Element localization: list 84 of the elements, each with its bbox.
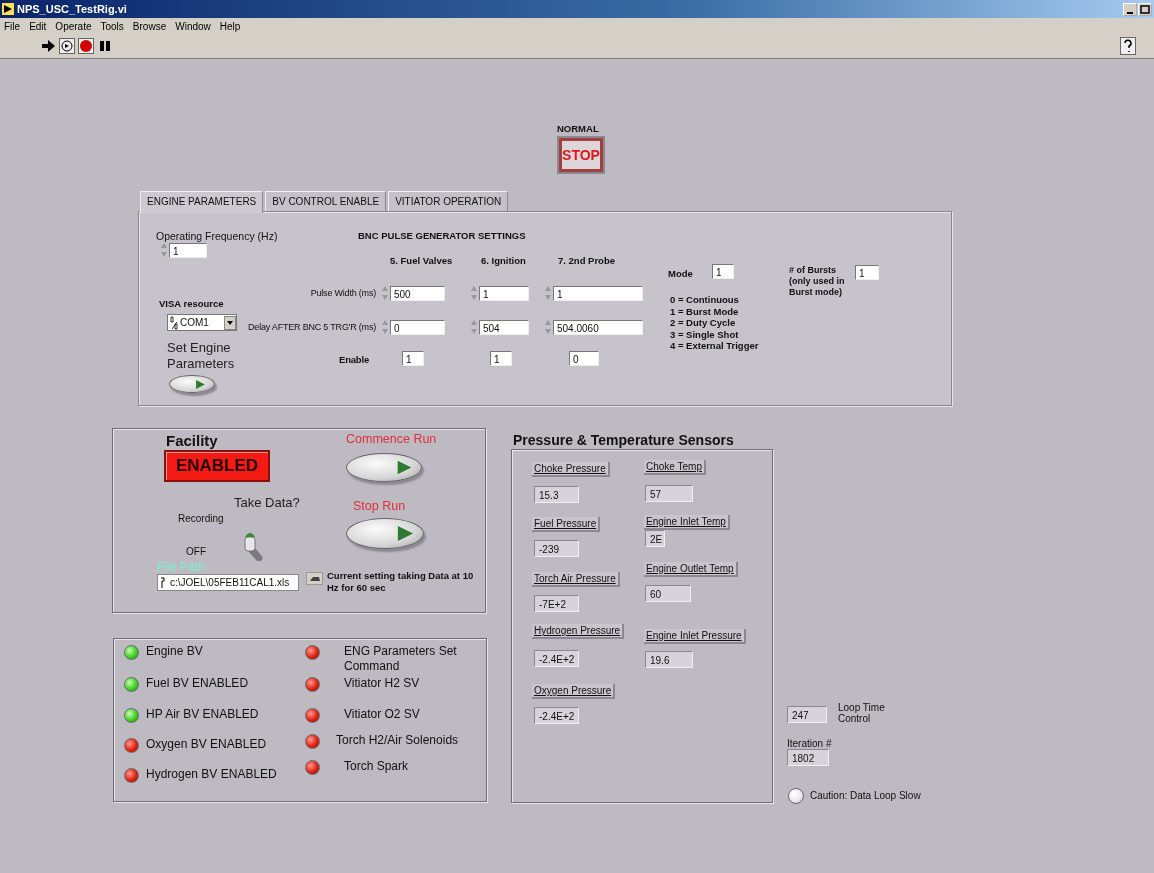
row-label: Enable (338, 354, 369, 365)
toggle-off-label: OFF (186, 546, 206, 557)
menu-item[interactable]: Operate (55, 20, 92, 32)
numeric-indicator: 57 (645, 485, 693, 502)
numeric-indicator: -2.4E+2 (534, 707, 579, 724)
legend-text: 4 = External Trigger (670, 340, 759, 351)
indicator-label: Torch Air Pressure (532, 572, 620, 587)
button-label: Set Engine Parameters (167, 340, 236, 372)
indicator-label: Engine Inlet Temp (644, 515, 730, 530)
led-label: Hydrogen BV ENABLED (146, 767, 277, 781)
numeric-indicator: 247 (787, 706, 827, 723)
button-label: Stop Run (353, 499, 406, 513)
legend-text: 1 = Burst Mode (670, 305, 739, 317)
column-heading: 6. Ignition (481, 255, 526, 266)
numeric-indicator: -2.4E+2 (534, 650, 579, 667)
indicator-label: Choke Pressure (532, 462, 610, 477)
indicator-label: Fuel Pressure (532, 517, 601, 532)
numeric-field[interactable]: 0 (390, 319, 445, 335)
menu-item[interactable]: Browse (132, 20, 167, 32)
led-label: Torch Spark (344, 759, 410, 774)
legend-text: 2 = Duty Cycle (670, 317, 736, 328)
numeric-field[interactable]: 1 (855, 265, 879, 280)
numeric-field[interactable]: 1 (402, 351, 424, 366)
numeric-indicator: -239 (534, 540, 579, 557)
indicator-label: Hydrogen Pressure (532, 624, 625, 639)
button-label: Commence Run (346, 432, 437, 446)
row-label: Pulse Width (ms) (309, 288, 376, 298)
led-label: Oxygen BV ENABLED (146, 737, 267, 751)
indicator-label: Choke Temp (644, 460, 706, 475)
numeric-indicator: 19.6 (645, 651, 693, 668)
led-label: Engine BV (146, 644, 203, 658)
field-label: Operating Frequency (Hz) (156, 230, 278, 242)
menu-item[interactable]: Tools (100, 20, 124, 32)
numeric-indicator: 60 (645, 585, 691, 602)
indicator-label: Loop Time Control (838, 702, 886, 724)
tab[interactable]: ENGINE PARAMETERS (140, 191, 264, 213)
field-label: VISA resource (159, 298, 224, 309)
column-heading: 5. Fuel Valves (390, 255, 453, 266)
numeric-field[interactable]: 1 (169, 242, 207, 258)
led-label: Vitiator O2 SV (344, 707, 421, 722)
file-path-field[interactable]: c:\JOEL\05FEB11CAL1.xls (157, 574, 299, 591)
row-label: Delay AFTER BNC 5 TRG'R (ms) (247, 322, 376, 332)
indicator-label: Engine Inlet Pressure (644, 629, 746, 644)
numeric-field[interactable]: 1 (479, 285, 529, 301)
legend-text: 0 = Continuous (670, 294, 739, 305)
led-label: Caution: Data Loop Slow (810, 790, 921, 801)
indicator-label: Engine Outlet Temp (644, 562, 738, 577)
led-label: Fuel BV ENABLED (146, 676, 249, 690)
numeric-indicator: 1802 (787, 749, 829, 766)
window-title: NPS_USC_TestRig.vi (17, 3, 128, 15)
led-label: Vitiator H2 SV (344, 676, 421, 691)
indicator-label: Iteration # (787, 738, 832, 749)
field-label: # of Bursts (only used in Burst mode) (789, 265, 846, 298)
facility-label: Facility (166, 432, 218, 449)
legend-text: 3 = Single Shot (670, 328, 739, 340)
indicator-label: Oxygen Pressure (532, 684, 616, 699)
field-label: Mode (668, 268, 693, 279)
numeric-indicator: -7E+2 (534, 595, 579, 612)
numeric-field[interactable]: 0 (569, 351, 599, 366)
menu-item[interactable]: File (4, 20, 21, 32)
numeric-field[interactable]: 500 (390, 285, 445, 301)
numeric-field[interactable]: 504 (479, 319, 529, 335)
section-title: Pressure & Temperature Sensors (513, 432, 734, 448)
stop-mode-label: NORMAL (557, 123, 599, 134)
led-label: ENG Parameters Set Command (344, 644, 458, 674)
status-indicator: ENABLED (164, 450, 270, 482)
numeric-field[interactable]: 1 (553, 285, 643, 301)
menu-item[interactable]: Edit (29, 20, 47, 32)
numeric-field[interactable]: 1 (490, 351, 512, 366)
visa-resource-dropdown[interactable]: COM1 (167, 314, 237, 331)
field-label: File Path (157, 560, 205, 574)
menu-item[interactable]: Window (175, 20, 211, 32)
toggle-on-label: Recording (178, 513, 224, 524)
numeric-field[interactable]: 1 (712, 264, 734, 279)
led-label: Torch H2/Air Solenoids (336, 733, 460, 748)
status-note: Current setting taking Data at 10 Hz for 60 sec (327, 570, 475, 594)
column-heading: 7. 2nd Probe (558, 255, 615, 266)
numeric-indicator: 15.3 (534, 486, 579, 503)
toggle-label: Take Data? (234, 495, 300, 510)
numeric-field[interactable]: 504.0060 (553, 319, 643, 335)
menu-item[interactable]: Help (219, 20, 241, 32)
led-label: HP Air BV ENABLED (146, 707, 259, 721)
section-heading: BNC PULSE GENERATOR SETTINGS (358, 230, 526, 241)
numeric-indicator: 2E (645, 530, 665, 547)
